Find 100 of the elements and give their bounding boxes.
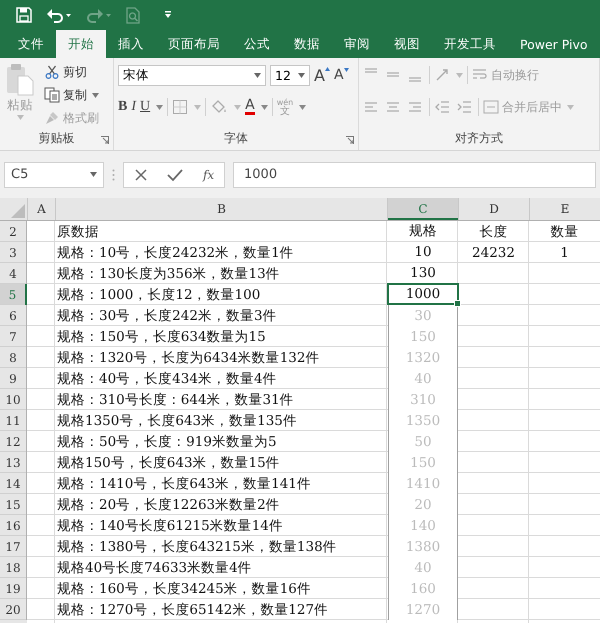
row-header[interactable]: 17 [0,536,27,557]
scissors-icon [46,65,58,79]
table-cell: 规格：130长度为356米，数量13件 [57,264,280,282]
copy-button[interactable]: 复制 [44,85,99,105]
caret-icon [90,172,97,177]
table-cell: 规格40号长度74633米数量4件 [57,558,252,576]
ribbon-tab[interactable]: 视图 [382,30,432,58]
table-cell: 规格：40号，长度434米，数量4件 [57,370,277,388]
merge-cells-icon [483,99,499,115]
table-cell: 数量 [550,222,578,240]
font-size-field[interactable]: 12 [270,64,310,86]
down-arrow-icon [344,68,349,72]
up-arrow-icon [324,66,330,70]
table-cell: 规格：1410号，长度643米，数量141件 [57,474,311,492]
caret-icon[interactable] [234,104,242,110]
borders-icon[interactable] [172,99,188,115]
caret-icon [164,11,172,19]
table-cell: 规格：1320号，长度为6434米数量132件 [57,348,320,366]
ribbon-tab[interactable]: 公式 [232,30,282,58]
caret-icon [567,104,574,110]
row-header[interactable]: 14 [0,473,27,494]
table-cell: 规格：1000，长度12，数量100 [57,286,260,304]
row-header[interactable]: 10 [0,389,27,410]
table-cell: 规格：10号，长度24232米，数量1件 [57,244,294,262]
column-header[interactable]: E [529,198,600,220]
insert-function-button[interactable]: fx [202,168,214,182]
table-cell: 规格：20号，长度12263米数量2件 [57,496,280,514]
ribbon-tab[interactable]: 页面布局 [156,30,232,58]
fill-bucket-icon[interactable] [210,99,228,115]
dialog-launcher-icon[interactable] [101,136,109,144]
row-header[interactable]: 5 [0,284,27,305]
row-header[interactable]: 20 [0,599,27,620]
increase-indent-icon[interactable] [456,99,472,115]
ribbon-tab[interactable]: 开发工具 [432,30,508,58]
row-header[interactable]: 2 [0,221,27,242]
caret-icon [254,72,261,78]
ribbon-tab[interactable]: 插入 [106,30,156,58]
table-cell: 规格：1270号，长度65142米，数量127件 [57,600,328,618]
ribbon-tab[interactable]: Power Pivo [508,30,600,58]
table-cell: 原数据 [57,222,99,240]
table-cell[interactable]: 130 [388,263,458,283]
decrease-indent-icon[interactable] [434,99,450,115]
table-cell: 规格：160号，长度34245米，数量16件 [57,580,311,598]
cancel-icon[interactable] [134,168,148,182]
row-header[interactable]: 15 [0,494,27,515]
font-color-button[interactable]: A [245,99,255,115]
caret-icon [298,72,305,78]
column-header[interactable]: D [458,198,529,220]
grow-font-button[interactable]: A [314,66,330,84]
ribbon-tab[interactable]: 文件 [6,30,56,58]
row-header[interactable]: 6 [0,305,27,326]
orientation-icon[interactable] [434,67,450,83]
row-header[interactable]: 9 [0,368,27,389]
enter-checkmark-icon[interactable] [167,168,184,182]
clipboard-icon [5,62,35,96]
caret-icon [16,115,24,120]
column-header[interactable]: A [27,198,55,220]
row-header[interactable]: 12 [0,431,27,452]
row-header[interactable]: 4 [0,263,27,284]
caret-icon[interactable] [194,104,202,110]
fill-handle[interactable] [454,300,461,307]
shrink-font-button[interactable]: A [334,67,349,83]
table-cell: 规格：140号长度61215米数量14件 [57,516,283,534]
formula-input[interactable]: 1000 [233,162,596,188]
underline-button[interactable]: U [140,99,150,115]
ribbon-tab[interactable]: 审阅 [332,30,382,58]
row-header[interactable]: 13 [0,452,27,473]
row-header[interactable]: 16 [0,515,27,536]
magnifier-page-icon [126,6,140,24]
table-cell[interactable]: 1000 [387,283,459,305]
caret-icon [92,92,99,98]
cut-button[interactable]: 剪切 [44,62,99,82]
row-header[interactable]: 8 [0,347,27,368]
table-cell: 规格150号，长度643米，数量15件 [57,454,280,472]
ribbon-tab[interactable]: 开始 [56,30,106,58]
italic-button[interactable]: I [131,99,136,115]
caret-icon[interactable] [260,104,268,110]
row-header[interactable]: 18 [0,557,27,578]
caret-icon[interactable] [299,104,306,110]
grip-icon [112,168,115,180]
table-cell: 规格：1380号，长度643215米，数量138件 [57,538,337,556]
caret-icon[interactable] [156,104,164,110]
table-cell: 规格：30号，长度242米，数量3件 [57,306,277,324]
dialog-launcher-icon[interactable] [346,136,354,144]
column-header[interactable]: C [387,198,458,220]
row-header[interactable]: 11 [0,410,27,431]
bold-button[interactable]: B [118,99,128,115]
table-cell: 规格：310号长度：644米，数量31件 [57,390,294,408]
row-header[interactable]: 3 [0,242,27,263]
table-cell[interactable]: 规格 [388,221,458,241]
row-header[interactable]: 19 [0,578,27,599]
row-header[interactable]: 7 [0,326,27,347]
undo-icon [46,7,72,23]
table-cell: 24232 [472,244,515,260]
caret-icon[interactable] [456,72,463,78]
brush-icon [44,110,60,126]
name-box[interactable]: C5 [4,162,104,188]
ribbon-tab[interactable]: 数据 [282,30,332,58]
table-cell[interactable]: 10 [388,242,458,262]
font-name-field[interactable]: 宋体 [118,64,266,86]
